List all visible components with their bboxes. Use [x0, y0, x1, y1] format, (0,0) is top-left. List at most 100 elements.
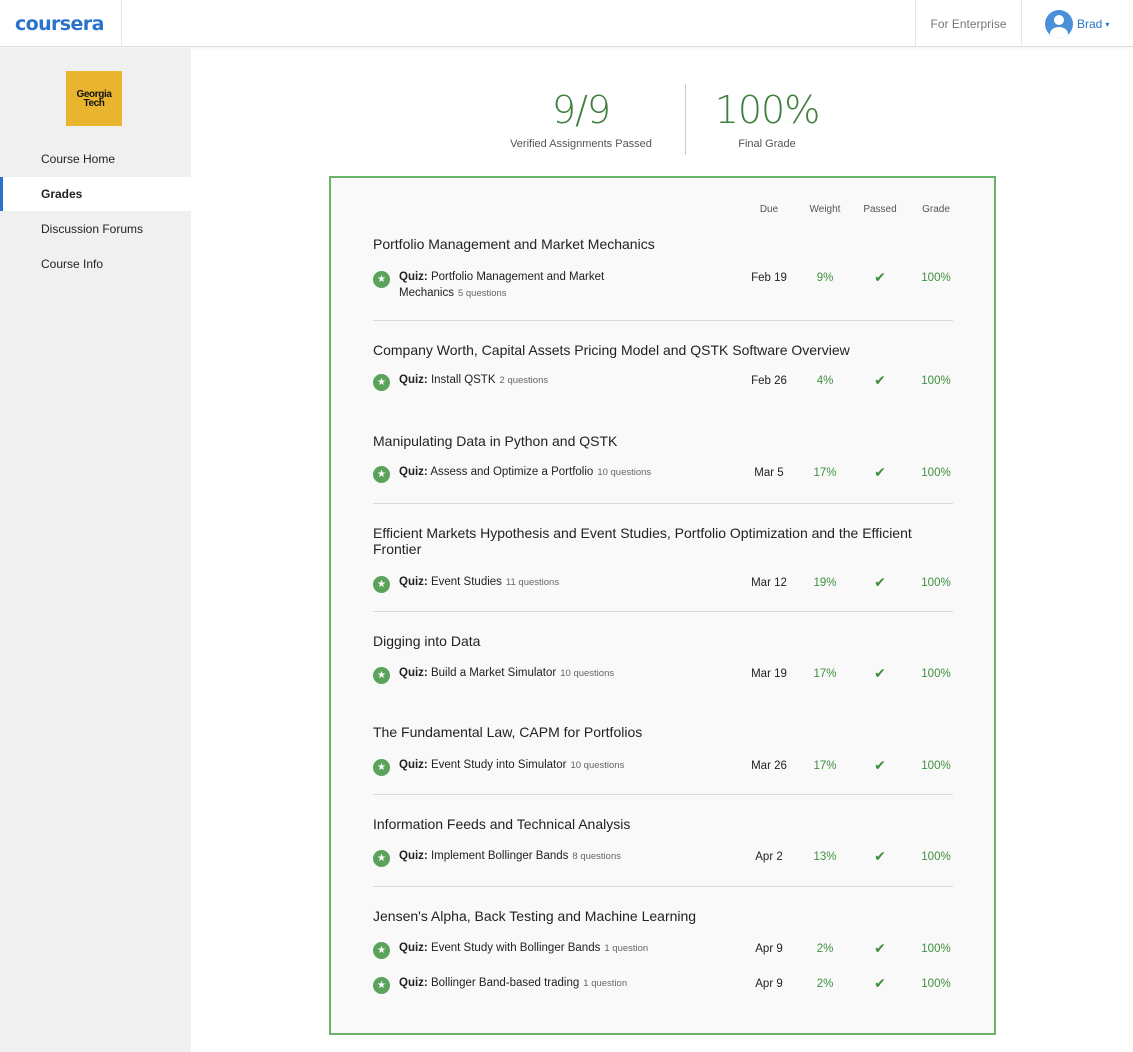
quiz-prefix: Quiz: [399, 977, 428, 989]
grade-value: 100% [921, 668, 951, 680]
check-icon: ✔ [874, 757, 886, 773]
user-name: Brad [1077, 17, 1103, 31]
question-count: 10 questions [560, 668, 615, 679]
question-count: 1 question [583, 978, 628, 989]
weight-value: 17% [813, 467, 837, 479]
quiz-prefix: Quiz: [399, 271, 428, 283]
star-icon: ★ [373, 466, 390, 483]
logo-text: coursera [15, 12, 104, 35]
due-date: Mar 19 [751, 668, 787, 680]
weight-value: 2% [816, 978, 834, 990]
weight-value: 9% [816, 272, 834, 284]
check-icon: ✔ [874, 848, 886, 864]
sidebar-item-grades[interactable]: Grades [0, 177, 191, 211]
star-icon: ★ [373, 759, 390, 776]
final-grade-stat: 100% Final Grade [667, 88, 867, 150]
quiz-link[interactable]: Quiz: Install QSTK 2 questions [399, 372, 659, 389]
quiz-name: Install QSTK [430, 374, 496, 386]
quiz-row[interactable]: ★ Quiz: Bollinger Band-based trading 1 que… [373, 975, 953, 999]
avatar-icon [1045, 10, 1073, 38]
weight-value: 13% [813, 851, 837, 863]
grade-value: 100% [921, 943, 951, 955]
column-header-grade: Grade [922, 204, 950, 215]
assignments-passed-stat: 9/9 Verified Assignments Passed [481, 88, 681, 150]
quiz-link[interactable]: Quiz: Bollinger Band-based trading 1 ques… [399, 975, 659, 992]
section-divider [373, 320, 953, 321]
quiz-name: Event Study into Simulator [430, 759, 567, 771]
grade-value: 100% [921, 272, 951, 284]
grade-value: 100% [921, 978, 951, 990]
grade-value: 100% [921, 467, 951, 479]
star-icon: ★ [373, 667, 390, 684]
quiz-link[interactable]: Quiz: Event Study with Bollinger Bands 1 … [399, 940, 659, 957]
section-title: Efficient Markets Hypothesis and Event S… [373, 525, 912, 557]
column-header-weight: Weight [809, 204, 841, 215]
weight-value: 2% [816, 943, 834, 955]
star-icon: ★ [373, 271, 390, 288]
quiz-link[interactable]: Quiz: Assess and Optimize a Portfolio 10 … [399, 464, 659, 481]
grade-value: 100% [921, 760, 951, 772]
section-title: Information Feeds and Technical Analysis [373, 816, 631, 832]
section-divider [373, 503, 953, 504]
star-icon: ★ [373, 977, 390, 994]
question-count: 10 questions [570, 760, 625, 771]
quiz-prefix: Quiz: [399, 667, 428, 679]
quiz-row[interactable]: ★ Quiz: Portfolio Management and Market M… [373, 269, 953, 299]
assignments-passed-value: 9/9 [551, 88, 611, 132]
due-date: Apr 2 [755, 851, 783, 863]
sidebar-item-course-info[interactable]: Course Info [0, 247, 191, 281]
quiz-link[interactable]: Quiz: Event Studies 11 questions [399, 574, 659, 591]
due-date: Mar 12 [751, 577, 787, 589]
star-icon: ★ [373, 576, 390, 593]
grades-table: Due Weight Passed Grade Portfolio Manage… [329, 176, 996, 1035]
quiz-row[interactable]: ★ Quiz: Event Studies 11 questions Mar 12 19… [373, 574, 953, 598]
question-count: 10 questions [597, 467, 652, 478]
check-icon: ✔ [874, 665, 886, 681]
quiz-link[interactable]: Quiz: Implement Bollinger Bands 8 questio… [399, 848, 659, 865]
assignments-passed-label: Verified Assignments Passed [510, 138, 652, 150]
weight-value: 4% [816, 375, 834, 387]
check-icon: ✔ [874, 464, 886, 480]
section-title: Company Worth, Capital Assets Pricing Mo… [373, 342, 850, 358]
section-title: Portfolio Management and Market Mechanic… [373, 236, 655, 252]
quiz-row[interactable]: ★ Quiz: Event Study into Simulator 10 ques… [373, 757, 953, 781]
final-grade-label: Final Grade [738, 138, 796, 150]
quiz-link[interactable]: Quiz: Build a Market Simulator 10 questio… [399, 665, 659, 682]
check-icon: ✔ [874, 975, 886, 991]
quiz-row[interactable]: ★ Quiz: Assess and Optimize a Portfolio 10… [373, 464, 953, 488]
for-enterprise-link[interactable]: For Enterprise [915, 0, 1022, 47]
quiz-row[interactable]: ★ Quiz: Event Study with Bollinger Bands 1… [373, 940, 953, 964]
quiz-name: Event Study with Bollinger Bands [430, 942, 601, 954]
coursera-logo[interactable]: coursera [0, 0, 122, 47]
section-title: The Fundamental Law, CAPM for Portfolios [373, 724, 643, 740]
check-icon: ✔ [874, 269, 886, 285]
quiz-row[interactable]: ★ Quiz: Install QSTK 2 questions Feb 26 4% ✔ 1… [373, 372, 953, 396]
question-count: 11 questions [505, 577, 560, 588]
question-count: 5 questions [457, 288, 507, 299]
georgia-tech-logo[interactable]: Georgia Tech [66, 71, 122, 126]
question-count: 8 questions [572, 851, 621, 862]
quiz-link[interactable]: Quiz: Event Study into Simulator 10 quest… [399, 757, 659, 774]
quiz-prefix: Quiz: [399, 942, 428, 954]
star-icon: ★ [373, 374, 390, 391]
due-date: Apr 9 [755, 978, 783, 990]
final-grade-value: 100% [714, 88, 821, 132]
quiz-row[interactable]: ★ Quiz: Build a Market Simulator 10 questi… [373, 665, 953, 689]
check-icon: ✔ [874, 372, 886, 388]
quiz-row[interactable]: ★ Quiz: Implement Bollinger Bands 8 questi… [373, 848, 953, 872]
user-menu[interactable]: Brad ▾ [1045, 10, 1109, 38]
chevron-down-icon: ▾ [1105, 19, 1110, 29]
section-divider [373, 886, 953, 887]
quiz-link[interactable]: Quiz: Portfolio Management and Market Me… [399, 269, 614, 302]
top-header: coursera For Enterprise Brad ▾ [0, 0, 1133, 47]
section-divider [373, 611, 953, 612]
question-count: 1 question [604, 943, 649, 954]
weight-value: 17% [813, 668, 837, 680]
due-date: Apr 9 [755, 943, 783, 955]
sidebar-item-course-home[interactable]: Course Home [0, 142, 191, 176]
due-date: Mar 26 [751, 760, 787, 772]
section-title: Manipulating Data in Python and QSTK [373, 433, 618, 449]
quiz-name: Build a Market Simulator [430, 667, 557, 679]
sidebar-item-discussion-forums[interactable]: Discussion Forums [0, 212, 191, 246]
section-title: Digging into Data [373, 633, 481, 649]
